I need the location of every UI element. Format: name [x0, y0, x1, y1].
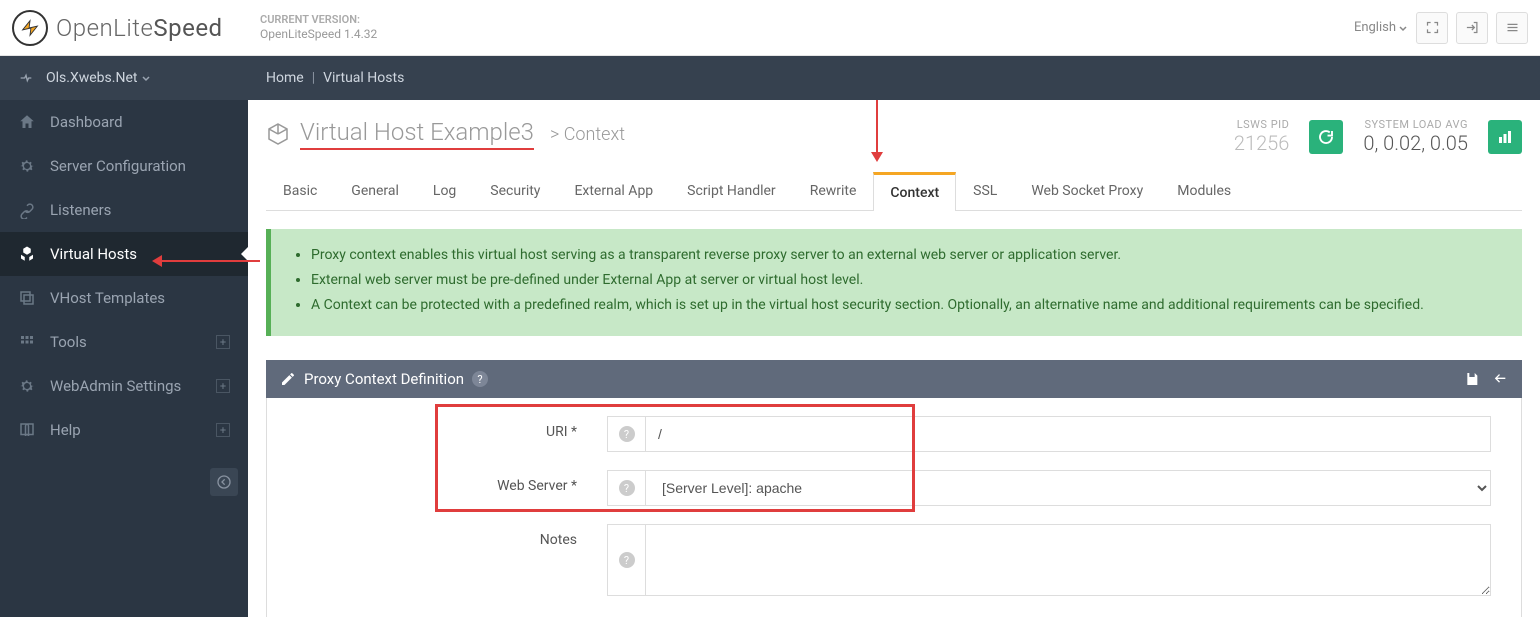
field-help[interactable]: ?	[607, 416, 645, 452]
gear-icon	[18, 377, 38, 395]
save-icon[interactable]	[1464, 371, 1480, 387]
sidebar-item-virtual-hosts[interactable]: Virtual Hosts	[0, 232, 248, 276]
sidebar-item-listeners[interactable]: Listeners	[0, 188, 248, 232]
sidebar-host-label: Ols.Xwebs.Net	[46, 70, 137, 86]
tab-modules[interactable]: Modules	[1160, 172, 1248, 211]
sidebar: Ols.Xwebs.Net Dashboard Server Configura…	[0, 56, 248, 617]
info-line: A Context can be protected with a predef…	[311, 295, 1502, 316]
info-line: Proxy context enables this virtual host …	[311, 245, 1502, 266]
tab-external-app[interactable]: External App	[557, 172, 670, 211]
logo-icon	[12, 10, 48, 46]
cubes-icon	[18, 245, 38, 263]
info-line: External web server must be pre-defined …	[311, 270, 1502, 291]
sidebar-item-label: Help	[50, 421, 81, 439]
panel-header: Proxy Context Definition ?	[266, 360, 1522, 398]
expand-icon: +	[216, 423, 230, 437]
restart-button[interactable]	[1309, 120, 1343, 154]
pid-label: LSWS PID	[1234, 118, 1289, 131]
notes-textarea[interactable]	[645, 524, 1491, 596]
sidebar-item-help[interactable]: Help +	[0, 408, 248, 452]
fullscreen-button[interactable]	[1416, 12, 1448, 44]
menu-button[interactable]	[1496, 12, 1528, 44]
expand-icon: +	[216, 335, 230, 349]
sidebar-item-vhost-templates[interactable]: VHost Templates	[0, 276, 248, 320]
sidebar-item-label: Listeners	[50, 201, 111, 219]
link-icon	[18, 201, 38, 219]
back-icon[interactable]	[1492, 371, 1508, 387]
gear-icon	[18, 157, 38, 175]
language-label: English	[1354, 20, 1396, 35]
logout-button[interactable]	[1456, 12, 1488, 44]
edit-icon	[280, 371, 296, 387]
uri-label: URI *	[297, 416, 607, 440]
book-icon	[18, 421, 38, 439]
breadcrumb-current: Virtual Hosts	[323, 70, 404, 86]
sidebar-item-label: Server Configuration	[50, 157, 186, 175]
version-label: CURRENT VERSION:	[260, 13, 377, 27]
brand-open: Open	[56, 14, 113, 42]
tab-rewrite[interactable]: Rewrite	[793, 172, 874, 211]
tab-context[interactable]: Context	[873, 172, 956, 211]
home-icon	[18, 113, 38, 131]
tab-ssl[interactable]: SSL	[956, 172, 1014, 211]
tab-basic[interactable]: Basic	[266, 172, 334, 211]
host-icon	[18, 70, 36, 86]
version-block: CURRENT VERSION: OpenLiteSpeed 1.4.32	[260, 13, 377, 43]
field-help[interactable]: ?	[607, 524, 645, 596]
load-label: SYSTEM LOAD AVG	[1363, 118, 1468, 131]
sidebar-item-label: Tools	[50, 333, 87, 351]
arrow-left-icon	[216, 474, 232, 490]
version-value: OpenLiteSpeed 1.4.32	[260, 27, 377, 43]
webserver-label: Web Server *	[297, 470, 607, 494]
logo: OpenLiteSpeed	[12, 10, 260, 46]
sidebar-host[interactable]: Ols.Xwebs.Net	[0, 56, 248, 100]
stats-button[interactable]	[1488, 120, 1522, 154]
tab-security[interactable]: Security	[473, 172, 557, 211]
load-value: 0, 0.02, 0.05	[1363, 131, 1468, 155]
sidebar-item-label: Virtual Hosts	[50, 245, 137, 263]
help-icon[interactable]: ?	[472, 371, 488, 387]
chevron-down-icon	[1398, 23, 1408, 33]
pid-value: 21256	[1234, 131, 1289, 155]
page-title: Virtual Host Example3	[300, 118, 534, 150]
info-box: Proxy context enables this virtual host …	[266, 229, 1522, 336]
cube-icon	[266, 122, 290, 146]
breadcrumb: Home | Virtual Hosts	[248, 56, 1540, 100]
panel-body: URI * ? Web Server * ? [Server Level]: a…	[266, 398, 1522, 617]
tabs: Basic General Log Security External App …	[266, 171, 1522, 211]
sidebar-item-label: Dashboard	[50, 113, 123, 131]
uri-input[interactable]	[645, 416, 1491, 452]
brand-speed: Speed	[153, 14, 222, 42]
sidebar-item-tools[interactable]: Tools +	[0, 320, 248, 364]
language-selector[interactable]: English	[1354, 20, 1408, 35]
page-subtitle: Context	[564, 124, 625, 145]
sidebar-item-webadmin[interactable]: WebAdmin Settings +	[0, 364, 248, 408]
chevron-down-icon	[141, 73, 151, 83]
sidebar-item-dashboard[interactable]: Dashboard	[0, 100, 248, 144]
panel-title: Proxy Context Definition	[304, 370, 464, 388]
copy-icon	[18, 289, 38, 307]
tab-general[interactable]: General	[334, 172, 416, 211]
tab-log[interactable]: Log	[416, 172, 473, 211]
notes-label: Notes	[297, 524, 607, 548]
brand-lite: Lite	[113, 14, 153, 42]
breadcrumb-home[interactable]: Home	[266, 70, 304, 86]
sidebar-item-server-config[interactable]: Server Configuration	[0, 144, 248, 188]
sidebar-collapse-button[interactable]	[210, 468, 238, 496]
tab-websocket-proxy[interactable]: Web Socket Proxy	[1014, 172, 1160, 211]
webserver-select[interactable]: [Server Level]: apache	[645, 470, 1491, 506]
sidebar-item-label: WebAdmin Settings	[50, 377, 181, 395]
tab-script-handler[interactable]: Script Handler	[670, 172, 793, 211]
field-help[interactable]: ?	[607, 470, 645, 506]
expand-icon: +	[216, 379, 230, 393]
grid-icon	[18, 333, 38, 351]
sidebar-item-label: VHost Templates	[50, 289, 165, 307]
